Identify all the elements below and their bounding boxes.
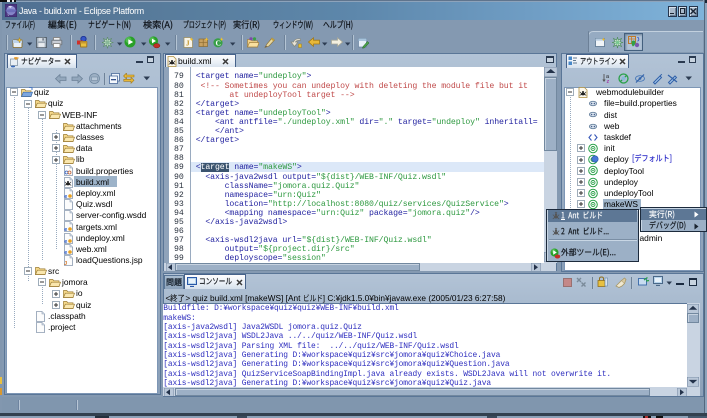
svg-text:J: J [64,261,67,266]
svg-text:C: C [215,38,220,47]
svg-text:J: J [186,39,190,47]
svg-text:z: z [606,79,609,84]
